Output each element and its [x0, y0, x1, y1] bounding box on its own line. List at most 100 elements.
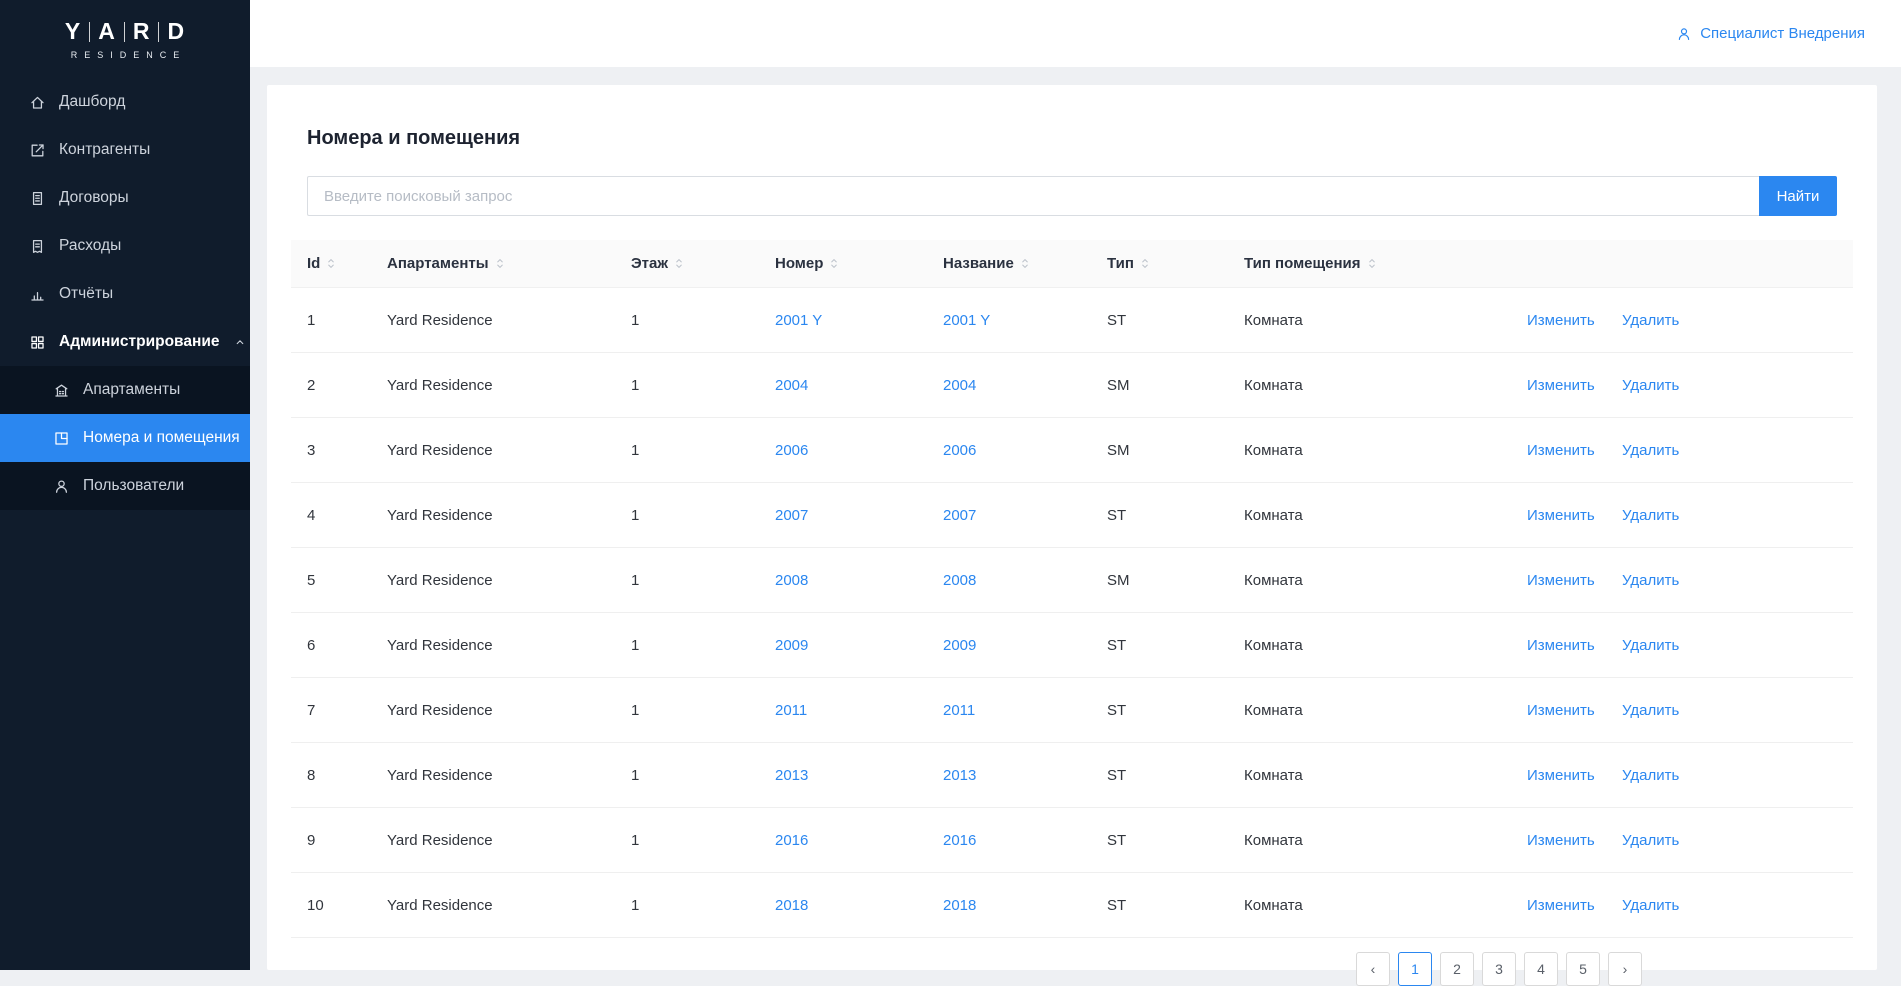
cell-type: ST	[1107, 507, 1244, 524]
main-area: Специалист Внедрения Номера и помещения …	[250, 0, 1901, 970]
room-number-link[interactable]: 2011	[775, 702, 807, 719]
cell-id: 5	[291, 572, 387, 589]
table-row: 8Yard Residence120132013STКомнатаИзменит…	[291, 743, 1853, 808]
sort-icon[interactable]	[495, 256, 505, 271]
delete-link[interactable]: Удалить	[1622, 572, 1679, 589]
room-number-link[interactable]: 2016	[775, 832, 808, 849]
column-header[interactable]: Название	[943, 255, 1107, 272]
column-header[interactable]: Апартаменты	[387, 255, 631, 272]
edit-link[interactable]: Изменить	[1527, 767, 1595, 784]
column-header[interactable]: Тип помещения	[1244, 255, 1527, 272]
delete-link[interactable]: Удалить	[1622, 507, 1679, 524]
cell-type: SM	[1107, 572, 1244, 589]
sort-icon[interactable]	[829, 256, 839, 271]
cell-type: ST	[1107, 832, 1244, 849]
sidebar-item-label: Администрирование	[59, 333, 220, 351]
edit-link[interactable]: Изменить	[1527, 507, 1595, 524]
sidebar-item-administration[interactable]: Администрирование	[0, 318, 250, 366]
room-number-link[interactable]: 2013	[775, 767, 808, 784]
cell-type: ST	[1107, 637, 1244, 654]
room-name-link[interactable]: 2009	[943, 637, 976, 654]
delete-link[interactable]: Удалить	[1622, 377, 1679, 394]
chevron-up-icon	[233, 335, 247, 349]
page-nav-button[interactable]: ›	[1608, 952, 1642, 986]
page-button[interactable]: 1	[1398, 952, 1432, 986]
table-body: 1Yard Residence12001 Y2001 YSTКомнатаИзм…	[291, 288, 1853, 938]
sidebar-item-reports[interactable]: Отчёты	[0, 270, 250, 318]
logo-divider	[89, 22, 90, 42]
room-number-link[interactable]: 2018	[775, 897, 808, 914]
person-icon	[1676, 26, 1692, 42]
cell-type: ST	[1107, 312, 1244, 329]
cell-room-type: Комната	[1244, 377, 1527, 394]
page-button[interactable]: 2	[1440, 952, 1474, 986]
delete-link[interactable]: Удалить	[1622, 312, 1679, 329]
sidebar-item-label: Пользователи	[83, 477, 184, 495]
edit-link[interactable]: Изменить	[1527, 312, 1595, 329]
sidebar-item-apartments[interactable]: Апартаменты	[0, 366, 250, 414]
room-number-link[interactable]: 2001 Y	[775, 312, 822, 329]
sort-icon[interactable]	[674, 256, 684, 271]
cell-type: ST	[1107, 702, 1244, 719]
topbar: Специалист Внедрения	[250, 0, 1901, 67]
page-button[interactable]: 3	[1482, 952, 1516, 986]
table-row: 5Yard Residence120082008SMКомнатаИзменит…	[291, 548, 1853, 613]
sidebar-item-contractors[interactable]: Контрагенты	[0, 126, 250, 174]
room-name-link[interactable]: 2001 Y	[943, 312, 990, 329]
page-nav-button[interactable]: ‹	[1356, 952, 1390, 986]
delete-link[interactable]: Удалить	[1622, 702, 1679, 719]
sort-icon[interactable]	[1367, 256, 1377, 271]
brand-letter: R	[133, 18, 151, 45]
sidebar-item-contracts[interactable]: Договоры	[0, 174, 250, 222]
cell-type: ST	[1107, 897, 1244, 914]
page-button[interactable]: 5	[1566, 952, 1600, 986]
sidebar-item-users[interactable]: Пользователи	[0, 462, 250, 510]
edit-link[interactable]: Изменить	[1527, 377, 1595, 394]
room-name-link[interactable]: 2011	[943, 702, 975, 719]
page-button[interactable]: 4	[1524, 952, 1558, 986]
column-header[interactable]: Этаж	[631, 255, 775, 272]
edit-link[interactable]: Изменить	[1527, 897, 1595, 914]
cell-room-type: Комната	[1244, 897, 1527, 914]
cell-apartments: Yard Residence	[387, 442, 631, 459]
sidebar-item-expenses[interactable]: Расходы	[0, 222, 250, 270]
room-number-link[interactable]: 2004	[775, 377, 808, 394]
cell-floor: 1	[631, 507, 775, 524]
room-name-link[interactable]: 2013	[943, 767, 976, 784]
cell-type: SM	[1107, 377, 1244, 394]
sort-icon[interactable]	[1140, 256, 1150, 271]
column-header[interactable]: Номер	[775, 255, 943, 272]
room-name-link[interactable]: 2006	[943, 442, 976, 459]
delete-link[interactable]: Удалить	[1622, 897, 1679, 914]
edit-link[interactable]: Изменить	[1527, 442, 1595, 459]
room-number-link[interactable]: 2007	[775, 507, 808, 524]
column-header[interactable]: Id	[291, 255, 387, 272]
table-row: 7Yard Residence120112011STКомнатаИзменит…	[291, 678, 1853, 743]
user-menu[interactable]: Специалист Внедрения	[1676, 25, 1865, 42]
room-number-link[interactable]: 2006	[775, 442, 808, 459]
sidebar-item-rooms[interactable]: Номера и помещения	[0, 414, 250, 462]
cell-id: 10	[291, 897, 387, 914]
sort-icon[interactable]	[1020, 256, 1030, 271]
column-header[interactable]: Тип	[1107, 255, 1244, 272]
edit-link[interactable]: Изменить	[1527, 637, 1595, 654]
room-name-link[interactable]: 2016	[943, 832, 976, 849]
delete-link[interactable]: Удалить	[1622, 767, 1679, 784]
sidebar-item-label: Отчёты	[59, 285, 113, 303]
room-name-link[interactable]: 2007	[943, 507, 976, 524]
edit-link[interactable]: Изменить	[1527, 702, 1595, 719]
delete-link[interactable]: Удалить	[1622, 442, 1679, 459]
sort-icon[interactable]	[326, 256, 336, 271]
edit-link[interactable]: Изменить	[1527, 572, 1595, 589]
room-name-link[interactable]: 2004	[943, 377, 976, 394]
edit-link[interactable]: Изменить	[1527, 832, 1595, 849]
search-input[interactable]	[307, 176, 1759, 216]
room-number-link[interactable]: 2009	[775, 637, 808, 654]
room-name-link[interactable]: 2018	[943, 897, 976, 914]
delete-link[interactable]: Удалить	[1622, 637, 1679, 654]
sidebar-item-dashboard[interactable]: Дашборд	[0, 78, 250, 126]
room-name-link[interactable]: 2008	[943, 572, 976, 589]
room-number-link[interactable]: 2008	[775, 572, 808, 589]
search-button[interactable]: Найти	[1759, 176, 1837, 216]
delete-link[interactable]: Удалить	[1622, 832, 1679, 849]
